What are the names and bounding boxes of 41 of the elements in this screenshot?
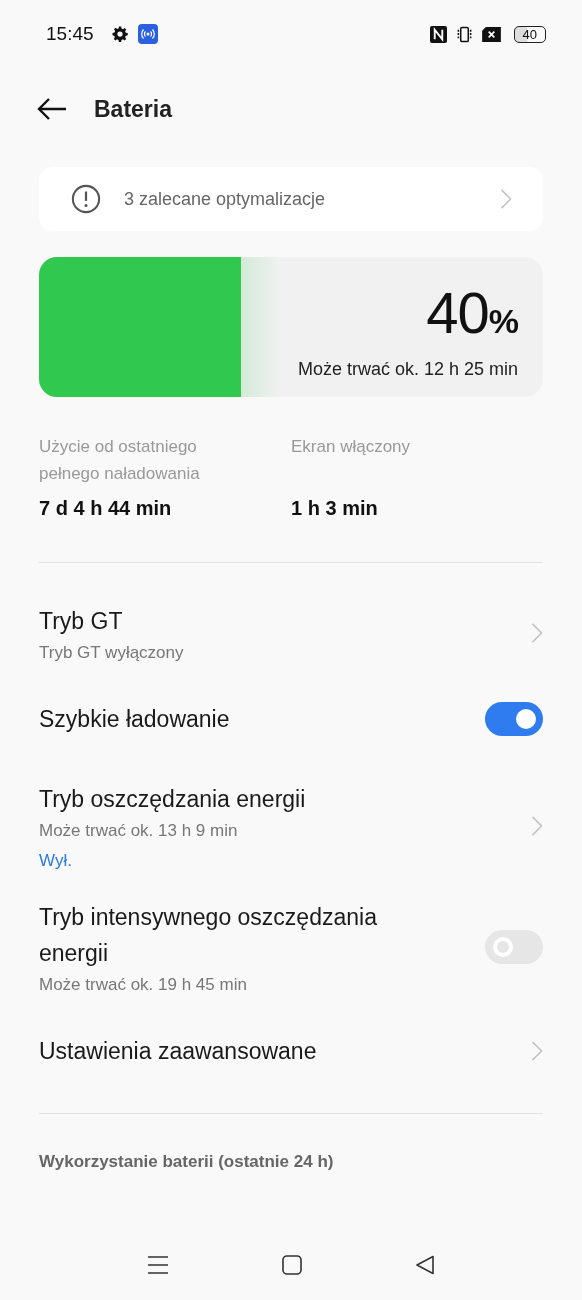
setting-subtitle: Tryb GT wyłączony bbox=[39, 643, 185, 663]
toggle-switch[interactable] bbox=[485, 930, 543, 964]
status-time: 15:45 bbox=[46, 23, 94, 45]
gear-icon bbox=[110, 25, 129, 43]
toggle-switch[interactable] bbox=[485, 702, 543, 736]
chevron-icon bbox=[531, 816, 543, 836]
page-title: Bateria bbox=[94, 95, 172, 123]
battery-indicator: 40 bbox=[513, 25, 546, 43]
setting-title: Szybkie ładowanie bbox=[39, 705, 231, 734]
settings-row[interactable]: Tryb GT Tryb GT wyłączony bbox=[0, 589, 582, 677]
stat-value: 7 d 4 h 44 min bbox=[39, 497, 173, 520]
setting-subtitle: Może trwać ok. 19 h 45 min bbox=[39, 975, 248, 995]
setting-title: Tryb GT bbox=[39, 607, 124, 636]
setting-status: Wył. bbox=[39, 851, 73, 871]
battery-percent: 40% bbox=[426, 281, 518, 347]
battery-estimate: Może trwać ok. 12 h 25 min bbox=[297, 359, 518, 380]
setting-title: Tryb oszczędzania energii bbox=[39, 785, 307, 814]
back-triangle-icon[interactable] bbox=[415, 1255, 436, 1275]
stat-label: Ekran włączony bbox=[291, 436, 412, 458]
hotspot-icon bbox=[137, 24, 158, 44]
vibrate-icon bbox=[455, 25, 473, 43]
setting-title: Ustawienia zaawansowane bbox=[39, 1037, 318, 1066]
setting-title: Tryb intensywnego oszczędzania energii bbox=[39, 903, 378, 968]
stat-value: 1 h 3 min bbox=[291, 497, 379, 520]
settings-row[interactable]: Tryb oszczędzania energii Może trwać ok. 13 h 9 min Wył. bbox=[0, 761, 582, 885]
chevron-icon bbox=[531, 1041, 543, 1061]
no-sim-icon bbox=[481, 26, 501, 42]
optimizations-card[interactable]: 3 zalecane optymalizacje bbox=[39, 167, 543, 231]
stat-label: Użycie od ostatniego pełnego naładowania bbox=[39, 436, 201, 485]
settings-row[interactable]: Szybkie ładowanie bbox=[0, 677, 582, 761]
settings-row[interactable]: Ustawienia zaawansowane bbox=[0, 1009, 582, 1093]
home-square-icon[interactable] bbox=[282, 1255, 302, 1275]
menu-icon[interactable] bbox=[146, 1255, 169, 1275]
chevron-icon bbox=[531, 623, 543, 643]
setting-subtitle: Może trwać ok. 13 h 9 min bbox=[39, 821, 239, 841]
back-arrow-icon[interactable] bbox=[37, 98, 67, 120]
exclamation-icon bbox=[71, 184, 101, 214]
section-title: Wykorzystanie baterii (ostatnie 24 h) bbox=[39, 1152, 335, 1172]
chevron-icon bbox=[500, 189, 512, 209]
settings-row[interactable]: Tryb intensywnego oszczędzania energii Może trwać ok. 19 h 45 min bbox=[0, 885, 582, 1009]
nfc-icon bbox=[429, 25, 447, 43]
